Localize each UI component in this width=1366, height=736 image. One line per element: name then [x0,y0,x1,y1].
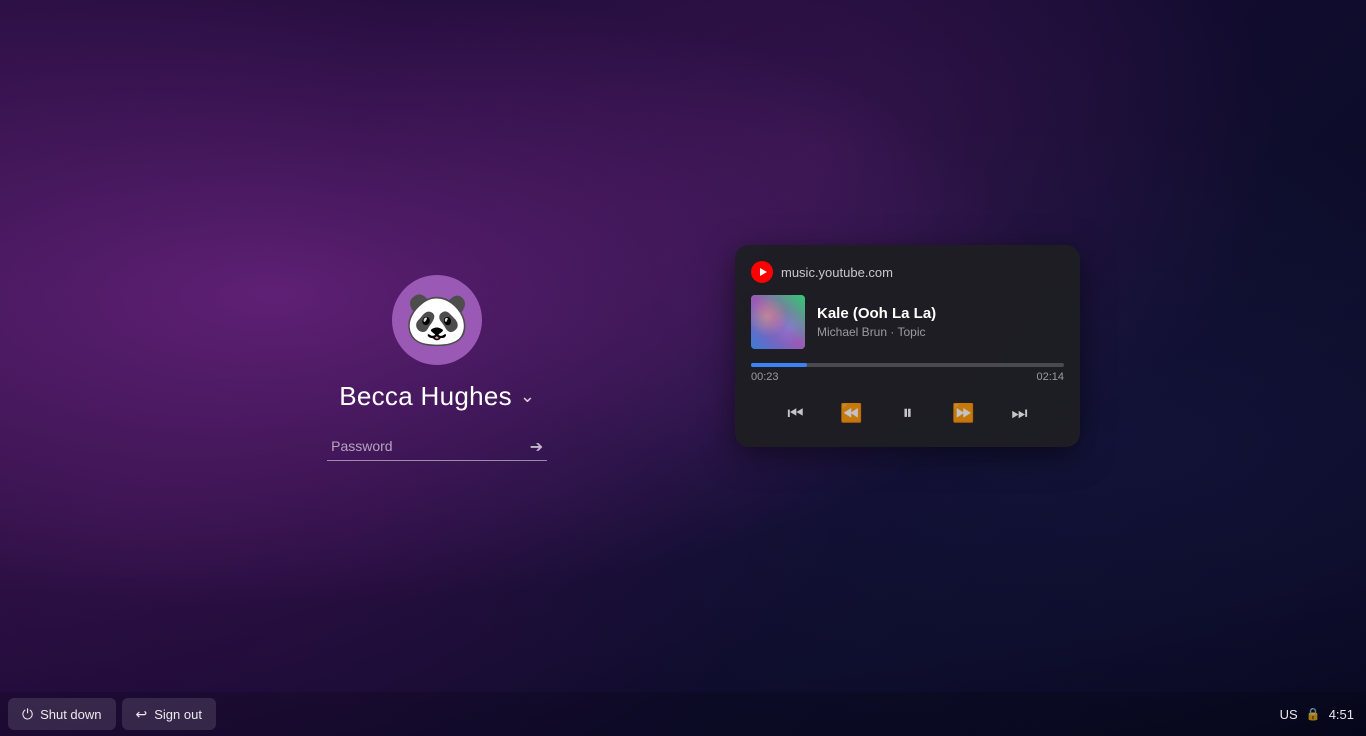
password-submit-button[interactable]: ➔ [526,433,547,461]
skip-forward-button[interactable]: ⏭ [1002,395,1038,431]
album-art [751,295,805,349]
login-container: 🐼 Becca Hughes ⌄ ➔ [327,275,547,461]
rewind-icon: ⏪ [840,403,862,424]
signout-button[interactable]: ↩ Sign out [122,698,216,730]
avatar-emoji: 🐼 [405,294,470,346]
power-icon: ⏻ [22,706,33,723]
signout-icon: ↩ [136,706,148,723]
username-label: Becca Hughes [339,381,512,412]
progress-bar[interactable] [751,363,1064,367]
username-row: Becca Hughes ⌄ [339,381,535,412]
chevron-down-icon[interactable]: ⌄ [520,386,535,407]
shutdown-button[interactable]: ⏻ Shut down [8,698,116,730]
signout-label: Sign out [154,707,202,722]
pause-icon: ⏸ [903,402,913,425]
status-time: 4:51 [1329,707,1354,722]
media-text: Kale (Ooh La La) Michael Brun · Topic [817,305,1064,339]
track-title: Kale (Ooh La La) [817,305,1064,322]
password-field-wrapper: ➔ [327,432,547,461]
avatar: 🐼 [392,275,482,365]
media-player-card: music.youtube.com Kale (Ooh La La) Micha… [735,245,1080,447]
progress-container [751,363,1064,367]
status-bar: US 🔒 4:51 [1280,692,1354,736]
track-artist: Michael Brun · Topic [817,325,1064,339]
pause-button[interactable]: ⏸ [890,395,926,431]
skip-back-icon: ⏮ [787,403,803,424]
lock-icon: 🔒 [1306,707,1321,721]
shutdown-label: Shut down [40,707,101,722]
progress-bar-fill [751,363,807,367]
album-art-inner [751,295,805,349]
total-time: 02:14 [1036,371,1064,383]
rewind-button[interactable]: ⏪ [834,395,870,431]
skip-back-button[interactable]: ⏮ [778,395,814,431]
youtube-music-icon [751,261,773,283]
bottom-bar: ⏻ Shut down ↩ Sign out US 🔒 4:51 [0,692,1366,736]
current-time: 00:23 [751,371,779,383]
fast-forward-icon: ⏩ [952,403,974,424]
password-input[interactable] [327,432,547,461]
skip-forward-icon: ⏭ [1011,403,1027,424]
time-row: 00:23 02:14 [751,371,1064,383]
background [0,0,1366,736]
status-locale: US [1280,707,1298,722]
media-source-row: music.youtube.com [751,261,1064,283]
controls-row: ⏮ ⏪ ⏸ ⏩ ⏭ [751,395,1064,431]
fast-forward-button[interactable]: ⏩ [946,395,982,431]
media-info-row: Kale (Ooh La La) Michael Brun · Topic [751,295,1064,349]
media-source-text: music.youtube.com [781,265,893,280]
